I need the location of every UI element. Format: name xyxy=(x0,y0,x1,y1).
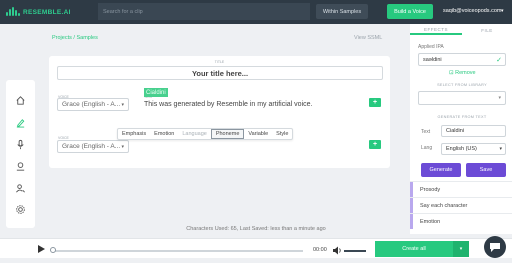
chat-bubble-icon xyxy=(490,243,500,252)
select-library-header: SELECT FROM LIBRARY xyxy=(437,83,487,87)
breadcrumb-separator: / xyxy=(73,35,75,41)
voice-select-value: Grace (English - A... xyxy=(62,101,121,108)
build-voice-button[interactable]: Build a Voice xyxy=(387,4,433,19)
gear-icon[interactable] xyxy=(15,204,26,215)
user-settings-icon[interactable] xyxy=(15,183,26,194)
text-effects-toolbar: Emphasis Emotion Language Phoneme Variab… xyxy=(117,128,294,140)
check-icon[interactable]: ✓ xyxy=(496,56,502,64)
tab-effects[interactable]: EFFECTS xyxy=(410,25,462,35)
add-line-button[interactable]: + xyxy=(369,140,381,149)
user-email[interactable]: saqib@voiceopods.com xyxy=(443,8,501,14)
tab-file[interactable]: FILE xyxy=(462,25,512,35)
microphone-icon[interactable] xyxy=(15,139,26,150)
breadcrumb-projects[interactable]: Projects xyxy=(52,35,72,41)
volume-icon[interactable] xyxy=(333,246,342,255)
ipa-value: saəldini xyxy=(423,56,442,63)
upload-icon[interactable] xyxy=(15,161,26,172)
search-scope-button[interactable]: Within Samples xyxy=(316,4,368,19)
home-icon[interactable] xyxy=(15,95,26,106)
chat-icon[interactable] xyxy=(484,236,506,258)
line-text[interactable]: This was generated by Resemble in my art… xyxy=(144,101,312,108)
toolbar-phoneme[interactable]: Phoneme xyxy=(210,129,245,139)
language-value: English (US) xyxy=(446,146,477,152)
pencil-icon[interactable] xyxy=(15,117,26,128)
save-button[interactable]: Save xyxy=(466,163,506,177)
trash-icon: ⊡ xyxy=(449,70,454,76)
top-bar: RESEMBLE.AI Within Samples Build a Voice… xyxy=(0,0,512,24)
remove-label: Remove xyxy=(455,70,476,76)
view-ssml-link[interactable]: View SSML xyxy=(354,35,382,41)
voice-select[interactable]: Grace (English - A... ▾ xyxy=(57,98,129,111)
chevron-down-icon[interactable]: ▾ xyxy=(453,241,469,257)
time-display: 00:00 xyxy=(313,247,327,253)
title-input[interactable]: Your title here... xyxy=(57,66,383,80)
search-input[interactable] xyxy=(98,3,310,20)
lang-label: Lang xyxy=(421,145,433,151)
brand-logo[interactable]: RESEMBLE.AI xyxy=(6,7,71,17)
remove-ipa-link[interactable]: ⊡ Remove xyxy=(449,70,476,76)
toolbar-style[interactable]: Style xyxy=(272,129,292,139)
breadcrumb: Projects / Samples xyxy=(52,35,98,41)
language-select[interactable]: English (US) ▾ xyxy=(441,143,506,155)
toolbar-language[interactable]: Language xyxy=(178,129,210,139)
text-field-label: Text xyxy=(421,129,431,135)
breadcrumb-current[interactable]: Samples xyxy=(76,35,97,41)
audio-player: 00:00 Create all ▾ xyxy=(0,238,512,258)
clip-editor-card: TITLE Your title here... VOICE Grace (En… xyxy=(49,56,390,168)
applied-ipa-label: Applied IPA xyxy=(418,44,444,50)
chevron-down-icon: ▾ xyxy=(498,95,501,101)
progress-track[interactable] xyxy=(51,250,303,252)
toolbar-emphasis[interactable]: Emphasis xyxy=(118,129,150,139)
create-all-button[interactable]: Create all xyxy=(375,241,453,257)
chevron-down-icon: ▾ xyxy=(121,144,124,150)
voice-select-value: Grace (English - A... xyxy=(62,143,121,150)
progress-knob[interactable] xyxy=(50,247,56,253)
sidebar xyxy=(6,80,35,228)
generate-text-input[interactable]: Cialdini xyxy=(441,125,506,137)
volume-slider[interactable] xyxy=(344,250,366,252)
add-line-button[interactable]: + xyxy=(369,98,381,107)
chevron-down-icon: ▾ xyxy=(121,102,124,108)
generate-button[interactable]: Generate xyxy=(421,163,461,177)
toolbar-emotion[interactable]: Emotion xyxy=(150,129,178,139)
generate-from-text-header: GENERATE FROM TEXT xyxy=(437,115,487,119)
library-select[interactable]: ▾ xyxy=(418,91,506,105)
title-label: TITLE xyxy=(214,60,225,64)
toolbar-variable[interactable]: Variable xyxy=(244,129,272,139)
chevron-down-icon: ▾ xyxy=(499,146,502,152)
ipa-input[interactable]: saəldini ✓ xyxy=(418,53,506,66)
brand-name: RESEMBLE.AI xyxy=(23,8,71,16)
status-text: Characters Used: 65, Last Saved: less th… xyxy=(186,226,326,232)
logo-waveform-icon xyxy=(6,7,20,17)
highlighted-word[interactable]: Cialdini xyxy=(144,88,168,97)
effect-say-each-character[interactable]: Say each character xyxy=(410,197,512,213)
effect-prosody[interactable]: Prosody xyxy=(410,181,512,197)
voice-select[interactable]: Grace (English - A... ▾ xyxy=(57,140,129,153)
generate-text-value: Cialdini xyxy=(446,128,465,134)
play-icon[interactable] xyxy=(38,245,45,253)
chevron-down-icon[interactable]: ▾ xyxy=(501,8,504,14)
